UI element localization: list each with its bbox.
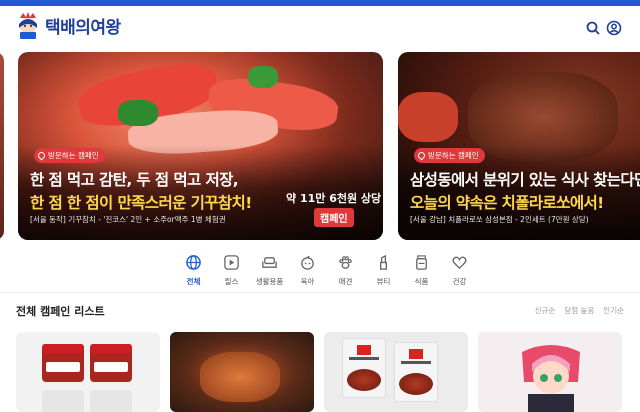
carousel-slide-previous[interactable] (0, 52, 4, 240)
sort-newest[interactable]: 신규순 (535, 305, 556, 316)
header: 택배의여왕 (0, 6, 640, 48)
globe-icon (186, 255, 201, 270)
section-divider (0, 292, 640, 293)
location-pin-icon (36, 150, 47, 161)
slide-headline-2: 오늘의 약속은 치폴라로쏘에서! (410, 194, 604, 212)
sort-win-rate[interactable]: 당첨 높음 (564, 305, 594, 316)
product-image (200, 352, 280, 402)
paw-icon (339, 256, 352, 269)
sort-options: 신규순 당첨 높음 인기순 (535, 305, 624, 316)
search-icon[interactable] (585, 20, 601, 36)
category-nav: 전체 릴스 생활용품 육아 애견 뷰티 식품 건강 (178, 254, 475, 287)
category-label: 뷰티 (376, 277, 391, 286)
campaign-card[interactable] (478, 332, 622, 412)
lipstick-icon (380, 254, 387, 270)
campaign-carousel[interactable]: 방문하는 캠페인 한 점 먹고 감탄, 두 점 먹고 저장, 한 점 한 점이 … (0, 52, 640, 240)
campaign-type-badge: 방문하는 캠페인 (34, 148, 105, 163)
campaign-card[interactable] (170, 332, 314, 412)
category-pets[interactable]: 애견 (330, 254, 361, 287)
category-health[interactable]: 건강 (444, 254, 475, 287)
slide-headline-1: 한 점 먹고 감탄, 두 점 먹고 저장, (30, 171, 239, 189)
sort-popular[interactable]: 인기순 (603, 305, 624, 316)
logo[interactable]: 택배의여왕 (14, 10, 121, 40)
category-parenting[interactable]: 육아 (292, 254, 323, 287)
campaign-card[interactable] (16, 332, 160, 412)
slide-headline-2: 한 점 한 점이 만족스러운 기꾸참치! (30, 194, 252, 212)
logo-text: 택배의여왕 (45, 17, 121, 38)
product-image (394, 342, 438, 402)
carousel-slide-steak[interactable]: 방문하는 캠페인 삼성동에서 분위기 있는 식사 찾는다면? 오늘의 약속은 치… (398, 52, 640, 240)
product-image (522, 345, 580, 412)
slide-subtitle: [서울 동작] 기꾸참치 - '진코스' 2인 + 소주or맥주 1병 체험권 (30, 215, 226, 224)
badge-label: 방문하는 캠페인 (428, 151, 479, 160)
campaign-list-title: 전체 캠페인 리스트 (16, 305, 105, 318)
user-icon[interactable] (606, 20, 622, 36)
sofa-icon (262, 257, 277, 268)
price-tag: 캠페인 (314, 208, 354, 227)
badge-label: 방문하는 캠페인 (48, 151, 99, 160)
garnish-image (248, 66, 278, 88)
carousel-slide-tuna[interactable]: 방문하는 캠페인 한 점 먹고 감탄, 두 점 먹고 저장, 한 점 한 점이 … (18, 52, 383, 240)
price-badge: 약 11만 6천원 상당 캠페인 (286, 190, 381, 240)
category-label: 육아 (300, 277, 315, 286)
category-label: 식품 (414, 277, 429, 286)
pepper-image (398, 92, 458, 142)
product-image (342, 338, 386, 398)
garnish-image (118, 100, 158, 126)
queen-logo-icon (14, 10, 42, 40)
category-household[interactable]: 생활용품 (254, 254, 285, 287)
location-pin-icon (416, 150, 427, 161)
category-reels[interactable]: 릴스 (216, 254, 247, 287)
campaign-grid (16, 332, 622, 412)
category-label: 애견 (338, 277, 353, 286)
baby-icon (301, 255, 314, 270)
category-label: 건강 (452, 277, 467, 286)
category-label: 전체 (186, 277, 201, 286)
category-label: 생활용품 (255, 277, 284, 286)
slide-headline-1: 삼성동에서 분위기 있는 식사 찾는다면? (410, 171, 640, 189)
price-value: 약 11만 6천원 상당 (286, 192, 382, 205)
campaign-card[interactable] (324, 332, 468, 412)
category-all[interactable]: 전체 (178, 254, 209, 287)
heart-icon (452, 256, 467, 270)
category-food[interactable]: 식품 (406, 254, 437, 287)
category-label: 릴스 (224, 277, 239, 286)
food-jar-icon (416, 255, 427, 270)
slide-subtitle: [서울 강남] 치폴라로쏘 삼성본점 - 2인세트 (7만원 상당) (410, 215, 589, 224)
campaign-type-badge: 방문하는 캠페인 (414, 148, 485, 163)
play-icon (224, 255, 239, 270)
category-beauty[interactable]: 뷰티 (368, 254, 399, 287)
